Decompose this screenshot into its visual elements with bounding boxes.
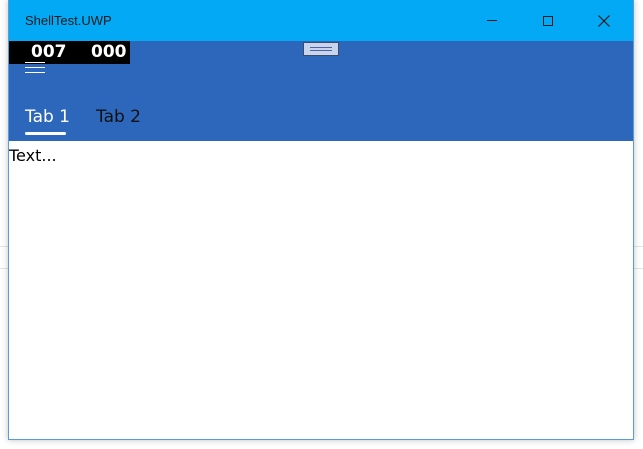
content-text: Text... <box>9 146 57 165</box>
maximize-icon <box>543 15 553 26</box>
drag-handle-icon[interactable] <box>303 42 339 56</box>
close-button[interactable] <box>581 0 627 41</box>
app-window: ShellTest.UWP 007 000 Tab 1 Tab 2 Text..… <box>8 0 634 440</box>
hamburger-icon[interactable] <box>25 62 45 74</box>
minimize-button[interactable] <box>469 0 515 41</box>
frame-counter: 007 000 <box>9 41 130 64</box>
selected-tab-indicator <box>25 132 66 135</box>
minimize-icon <box>487 20 497 21</box>
tab-2[interactable]: Tab 2 <box>96 107 141 127</box>
close-icon <box>598 14 610 27</box>
counter-first: 007 <box>31 42 67 62</box>
window-title: ShellTest.UWP <box>25 13 112 28</box>
maximize-button[interactable] <box>525 0 571 41</box>
tab-1[interactable]: Tab 1 <box>25 107 70 127</box>
counter-second: 000 <box>91 42 127 62</box>
page-content: Text... <box>9 141 633 439</box>
shell-header: 007 000 Tab 1 Tab 2 <box>9 41 633 141</box>
title-bar[interactable]: ShellTest.UWP <box>9 0 633 41</box>
